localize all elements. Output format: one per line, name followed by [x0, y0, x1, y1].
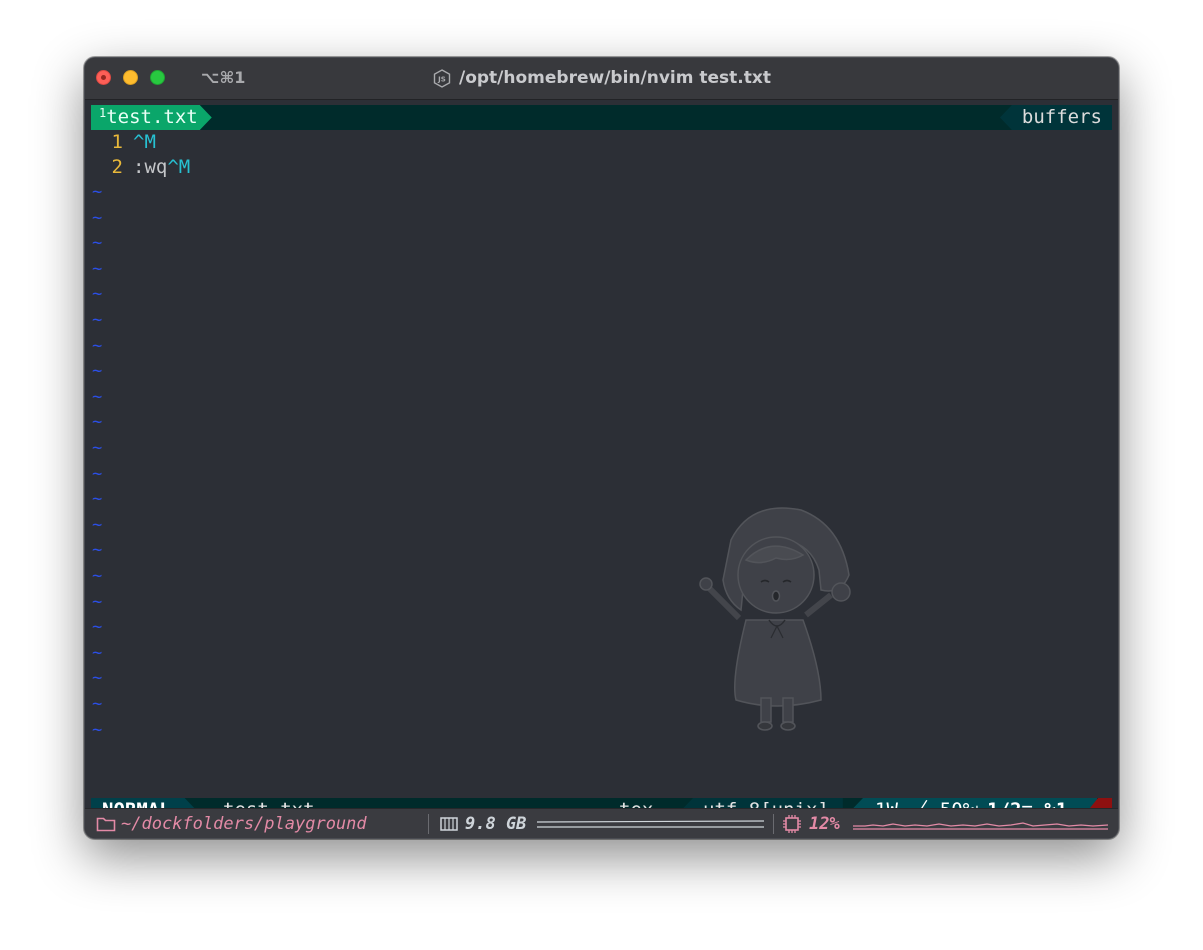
cpu-graph [853, 822, 1108, 830]
chibi-character-illustration [699, 507, 851, 731]
tilde-marker: ~ [92, 310, 103, 330]
line-number: 2 [111, 156, 123, 178]
line-number: 1 [111, 131, 123, 153]
close-button[interactable] [96, 70, 111, 85]
tab-active[interactable]: 1test.txt [91, 105, 212, 130]
memory-usage: 9.8 GB [465, 814, 527, 834]
memory-graph [537, 820, 764, 828]
tilde-marker: ~ [92, 438, 103, 458]
tilde-marker: ~ [92, 515, 103, 535]
tilde-marker: ~ [92, 720, 103, 740]
tilde-marker: ~ [92, 617, 103, 637]
control-char: ^M [133, 131, 156, 153]
current-directory: ~/dockfolders/playground [121, 814, 367, 834]
buffer-line-1[interactable]: 1 ^M [91, 130, 156, 155]
tilde-marker: ~ [92, 259, 103, 279]
title-bar[interactable]: ⌥⌘1 JS /opt/homebrew/bin/nvim test.txt [85, 58, 1118, 100]
control-char: ^M [167, 156, 191, 178]
tmux-status-bar: ~/dockfolders/playground 9.8 GB 12% [85, 808, 1118, 838]
tilde-marker: ~ [92, 336, 103, 356]
tilde-marker: ~ [92, 464, 103, 484]
line-text: :wq [133, 156, 168, 178]
buffer-line-2[interactable]: 2 :wq^M [91, 155, 191, 180]
memory-icon [440, 817, 458, 831]
tilde-marker: ~ [92, 694, 103, 714]
tilde-marker: ~ [92, 489, 103, 509]
cpu-icon [783, 815, 801, 833]
tab-label: test.txt [106, 106, 198, 128]
tilde-marker: ~ [92, 233, 103, 253]
tilde-marker: ~ [92, 387, 103, 407]
window-title: /opt/homebrew/bin/nvim test.txt [459, 68, 771, 88]
tilde-marker: ~ [92, 592, 103, 612]
nodejs-icon: JS [433, 68, 451, 88]
tilde-marker: ~ [92, 668, 103, 688]
minimize-button[interactable] [123, 70, 138, 85]
folder-icon [96, 817, 116, 832]
buffers-label: buffers [999, 105, 1112, 130]
tilde-marker: ~ [92, 643, 103, 663]
tilde-marker: ~ [92, 412, 103, 432]
window-title-group: JS /opt/homebrew/bin/nvim test.txt [433, 68, 771, 88]
tilde-marker: ~ [92, 182, 103, 202]
tilde-marker: ~ [92, 540, 103, 560]
tabline: 1test.txt buffers [91, 105, 1112, 130]
tilde-marker: ~ [92, 284, 103, 304]
svg-text:JS: JS [437, 75, 446, 83]
terminal-window: ⌥⌘1 JS /opt/homebrew/bin/nvim test.txt 1… [84, 57, 1119, 839]
divider [773, 814, 774, 834]
cpu-usage: 12% [809, 814, 840, 834]
maximize-button[interactable] [150, 70, 165, 85]
tilde-marker: ~ [92, 208, 103, 228]
tilde-marker: ~ [92, 566, 103, 586]
tilde-marker: ~ [92, 361, 103, 381]
divider [428, 814, 429, 834]
window-shortcut: ⌥⌘1 [201, 68, 246, 87]
